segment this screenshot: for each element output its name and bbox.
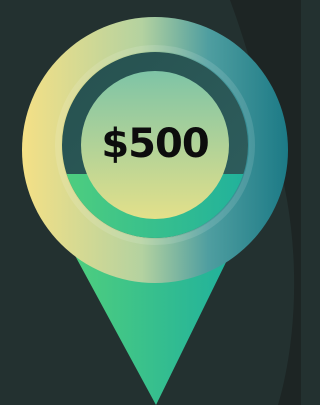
location-pin-icon: [22, 0, 301, 405]
price-label: $500: [101, 121, 209, 167]
price-pin-graphic: $500: [0, 0, 301, 405]
